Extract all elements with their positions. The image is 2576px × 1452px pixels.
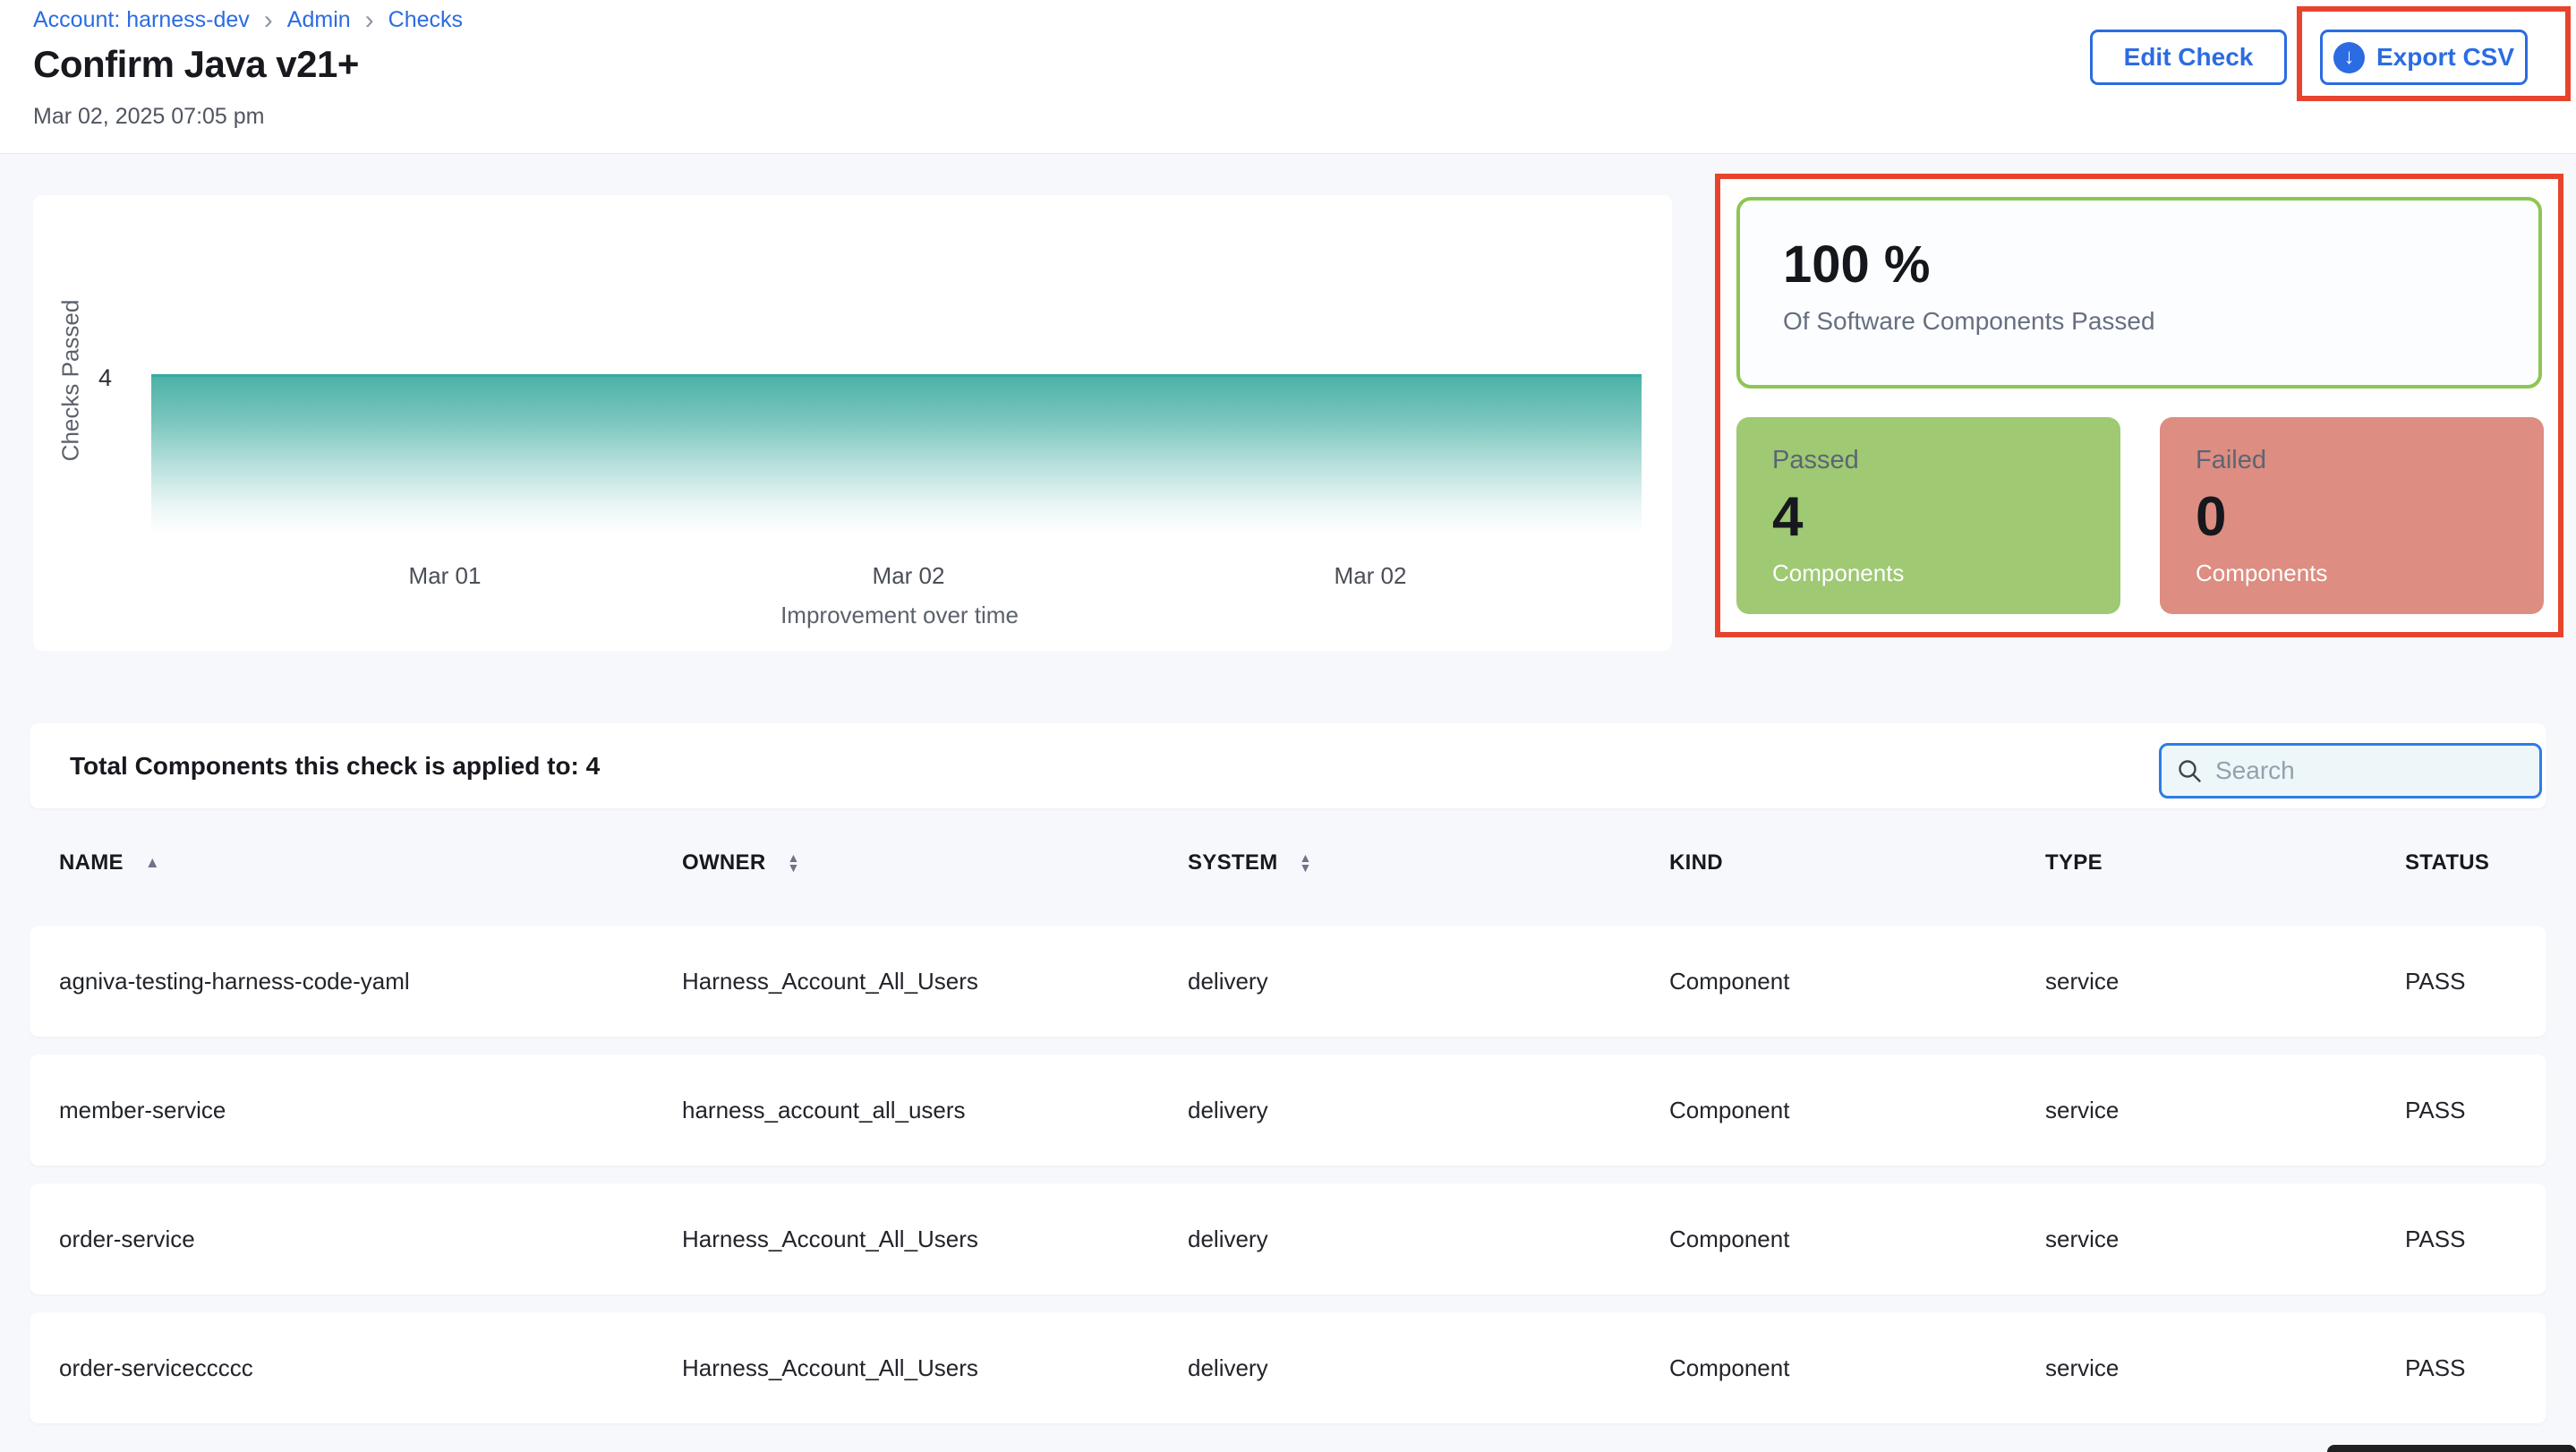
percent-passed-card: 100 % Of Software Components Passed: [1736, 197, 2542, 389]
cell-system: delivery: [1188, 1055, 1268, 1166]
cell-type: service: [2045, 1183, 2119, 1294]
search-box[interactable]: [2159, 743, 2542, 799]
chart-y-tick: 4: [76, 364, 112, 392]
sort-ascending-icon: ▲: [145, 854, 160, 872]
column-header-name[interactable]: NAME ▲: [59, 843, 160, 883]
passed-components-card: Passed 4 Components: [1736, 417, 2120, 614]
column-header-type: TYPE: [2045, 843, 2103, 883]
status-badge: PASS: [2405, 1312, 2465, 1423]
column-header-kind: KIND: [1669, 843, 1723, 883]
column-header-owner-label: OWNER: [682, 850, 766, 875]
cell-system: delivery: [1188, 1312, 1268, 1423]
cell-type: service: [2045, 1312, 2119, 1423]
chart-x-tick: Mar 01: [409, 562, 482, 590]
column-header-system-label: SYSTEM: [1188, 850, 1277, 875]
breadcrumb-link-admin[interactable]: Admin: [287, 7, 351, 33]
table-row[interactable]: member-service harness_account_all_users…: [30, 1055, 2546, 1166]
partial-tooltip-bar: [2327, 1445, 2576, 1452]
failed-label: Failed: [2196, 446, 2544, 475]
chevron-right-icon: ›: [264, 9, 273, 31]
status-badge: PASS: [2405, 926, 2465, 1037]
total-components-summary: Total Components this check is applied t…: [70, 723, 600, 808]
edit-check-button[interactable]: Edit Check: [2090, 30, 2287, 85]
passed-label: Passed: [1772, 446, 2120, 475]
status-badge: PASS: [2405, 1055, 2465, 1166]
cell-kind: Component: [1669, 1312, 1789, 1423]
chart-x-tick: Mar 02: [873, 562, 945, 590]
failed-value: 0: [2196, 492, 2544, 542]
cell-owner: Harness_Account_All_Users: [682, 1183, 978, 1294]
cell-kind: Component: [1669, 926, 1789, 1037]
table-row[interactable]: agniva-testing-harness-code-yaml Harness…: [30, 926, 2546, 1037]
failed-unit: Components: [2196, 559, 2544, 587]
sort-both-icon: ▲▼: [1299, 853, 1311, 873]
cell-kind: Component: [1669, 1055, 1789, 1166]
column-header-kind-label: KIND: [1669, 850, 1723, 875]
cell-kind: Component: [1669, 1183, 1789, 1294]
area-series-checks-passed: [151, 374, 1642, 534]
column-header-name-label: NAME: [59, 850, 124, 875]
breadcrumb: Account: harness-dev › Admin › Checks: [33, 7, 463, 33]
column-header-owner[interactable]: OWNER ▲▼: [682, 843, 800, 883]
column-header-status: STATUS: [2405, 843, 2489, 883]
cell-system: delivery: [1188, 926, 1268, 1037]
search-icon: [2176, 757, 2203, 784]
cell-name: agniva-testing-harness-code-yaml: [59, 926, 410, 1037]
cell-type: service: [2045, 926, 2119, 1037]
table-row[interactable]: order-serviceccccc Harness_Account_All_U…: [30, 1312, 2546, 1423]
chevron-right-icon: ›: [365, 9, 374, 31]
table-row[interactable]: order-service Harness_Account_All_Users …: [30, 1183, 2546, 1294]
status-badge: PASS: [2405, 1183, 2465, 1294]
chart-x-tick: Mar 02: [1335, 562, 1407, 590]
annotation-box-export-csv: [2297, 6, 2571, 101]
chart-x-axis-label: Improvement over time: [780, 602, 1019, 629]
column-header-system[interactable]: SYSTEM ▲▼: [1188, 843, 1312, 883]
passed-value: 4: [1772, 492, 2120, 542]
breadcrumb-link-checks[interactable]: Checks: [388, 7, 463, 33]
failed-components-card: Failed 0 Components: [2160, 417, 2544, 614]
cell-owner: harness_account_all_users: [682, 1055, 966, 1166]
percent-passed-caption: Of Software Components Passed: [1783, 307, 2538, 336]
cell-name: order-serviceccccc: [59, 1312, 253, 1423]
passed-unit: Components: [1772, 559, 2120, 587]
check-detail-page: Account: harness-dev › Admin › Checks Co…: [0, 0, 2576, 1452]
breadcrumb-link-account[interactable]: Account: harness-dev: [33, 7, 250, 33]
cell-type: service: [2045, 1055, 2119, 1166]
cell-owner: Harness_Account_All_Users: [682, 926, 978, 1037]
percent-passed-value: 100 %: [1783, 235, 2538, 295]
cell-system: delivery: [1188, 1183, 1268, 1294]
sort-both-icon: ▲▼: [788, 853, 800, 873]
check-timestamp: Mar 02, 2025 07:05 pm: [33, 104, 265, 130]
column-header-status-label: STATUS: [2405, 850, 2489, 875]
column-header-type-label: TYPE: [2045, 850, 2103, 875]
cell-owner: Harness_Account_All_Users: [682, 1312, 978, 1423]
page-title: Confirm Java v21+: [33, 43, 359, 86]
search-input[interactable]: [2215, 756, 2502, 785]
cell-name: member-service: [59, 1055, 226, 1166]
cell-name: order-service: [59, 1183, 195, 1294]
